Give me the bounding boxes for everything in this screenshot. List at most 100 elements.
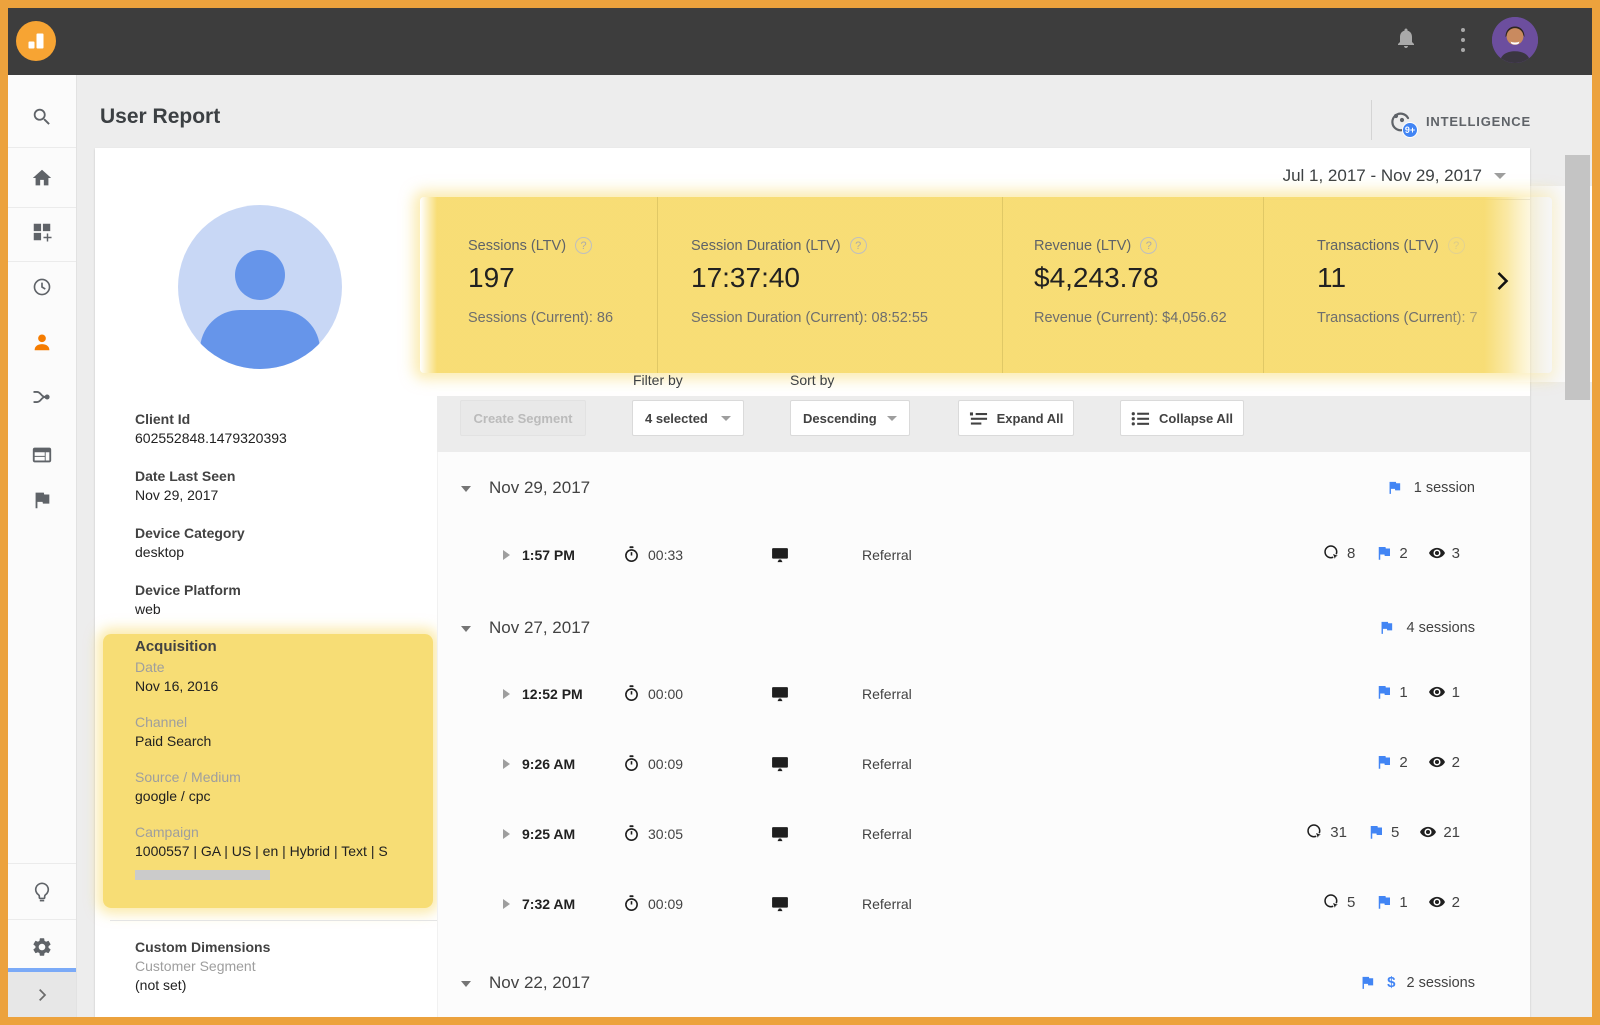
group-date: Nov 27, 2017 [489,618,590,638]
detail-client-id: Client Id 602552848.1479320393 [135,410,435,448]
pageviews-stat: 1 [1428,683,1460,701]
help-icon[interactable]: ? [575,237,592,254]
expand-all-button[interactable]: Expand All [958,400,1074,436]
expand-session-icon[interactable] [503,829,510,839]
hits-stat: 31 [1306,823,1347,841]
custom-dimensions-title: Custom Dimensions [135,938,435,957]
acquisition-section: Acquisition Date Nov 16, 2016 Channel Pa… [135,637,427,861]
goals-stat: 1 [1375,683,1407,701]
desktop-icon [770,894,790,914]
expand-session-icon[interactable] [503,689,510,699]
sidebar-item-realtime[interactable] [8,265,76,309]
sidebar-item-customization[interactable] [8,210,76,254]
sidebar-item-audience-active[interactable] [8,320,76,364]
intelligence-label: INTELLIGENCE [1426,114,1531,129]
help-icon[interactable]: ? [1140,237,1157,254]
goals-count: 1 [1399,894,1407,911]
sidebar-item-behavior[interactable] [8,433,76,477]
vertical-scrollbar-thumb[interactable] [1565,155,1590,400]
collapse-group-icon[interactable] [461,626,471,632]
help-icon[interactable]: ? [850,237,867,254]
metric-label: Transactions (LTV) [1317,238,1439,254]
sidebar-divider [8,863,76,864]
help-icon[interactable]: ? [1448,237,1465,254]
detail-value: 602552848.1479320393 [135,429,435,448]
stopwatch-icon [622,894,641,913]
filter-dropdown[interactable]: 4 selected [632,400,744,436]
date-group-header[interactable]: Nov 22, 2017 $ 2 sessions [437,965,1530,1005]
sidebar-item-admin[interactable] [8,925,76,969]
metrics-highlight-band: Sessions (LTV)? 197 Sessions (Current): … [420,197,1552,373]
expand-session-icon[interactable] [503,550,510,560]
custom-dimension-value: (not set) [135,976,435,995]
goals-count: 5 [1391,824,1399,841]
grid-plus-icon [31,221,53,243]
expand-session-icon[interactable] [503,899,510,909]
goals-stat: 5 [1367,823,1399,841]
acq-field-value: Nov 16, 2016 [135,677,427,696]
session-row[interactable]: 12:52 PM 00:00 Referral 1 1 [437,675,1530,715]
clock-icon [31,276,53,298]
detail-device-platform: Device Platform web [135,581,435,619]
hits-count: 8 [1347,545,1355,562]
metrics-next-page-button[interactable] [1490,268,1514,294]
web-page-icon [31,444,53,466]
stopwatch-icon [622,545,641,564]
acquisition-title: Acquisition [135,637,427,657]
date-group-header[interactable]: Nov 27, 2017 4 sessions [437,610,1530,650]
session-row[interactable]: 7:32 AM 00:09 Referral 5 1 2 [437,885,1530,925]
goals-stat: 2 [1375,544,1407,562]
notifications-bell-icon[interactable] [1394,26,1418,50]
sidebar-item-conversions[interactable] [8,478,76,522]
intelligence-icon: 9+ [1386,107,1414,135]
session-row[interactable]: 1:57 PM 00:33 Referral 8 2 3 [437,536,1530,576]
session-duration: 00:33 [648,547,683,563]
metric-sessions: Sessions (LTV)? 197 Sessions (Current): … [420,197,657,373]
custom-dimensions-section: Custom Dimensions Customer Segment (not … [135,938,435,995]
group-date: Nov 29, 2017 [489,478,590,498]
collapse-group-icon[interactable] [461,486,471,492]
collapse-group-icon[interactable] [461,981,471,987]
sort-dropdown[interactable]: Descending [790,400,910,436]
sidebar-item-home[interactable] [8,156,76,200]
collapse-all-button[interactable]: Collapse All [1120,400,1244,436]
flag-icon [1367,823,1385,841]
kebab-menu-icon[interactable] [1455,26,1471,54]
session-count-badge: 1 session [1414,480,1475,496]
horizontal-scrollbar-thumb[interactable] [135,870,270,880]
left-nav-sidebar [8,75,77,1017]
expand-all-icon [969,409,988,428]
click-icon [1323,893,1341,911]
date-range-selector[interactable]: Jul 1, 2017 - Nov 29, 2017 [1240,158,1530,200]
custom-dimension-label: Customer Segment [135,957,435,976]
header-divider [1371,100,1372,140]
pageviews-count: 3 [1452,545,1460,562]
avatar-head-shape [235,250,285,300]
metric-current: Revenue (Current): $4,056.62 [1034,310,1263,326]
flag-icon [1359,974,1376,991]
date-group-header[interactable]: Nov 29, 2017 1 session [437,470,1530,510]
chevron-right-icon [34,987,50,1003]
pageviews-stat: 2 [1428,753,1460,771]
detail-label: Client Id [135,410,435,429]
acq-field-label: Date [135,658,427,677]
filter-by-label: Filter by [633,372,683,388]
desktop-icon [770,684,790,704]
detail-value: Nov 29, 2017 [135,486,435,505]
session-row[interactable]: 9:26 AM 00:09 Referral 2 2 [437,745,1530,785]
sidebar-collapse-button[interactable] [8,972,76,1017]
sidebar-item-discover[interactable] [8,870,76,914]
eye-icon [1428,544,1446,562]
sidebar-item-acquisition[interactable] [8,375,76,419]
sidebar-divider [8,207,76,208]
expand-session-icon[interactable] [503,759,510,769]
analytics-logo-icon[interactable] [16,21,56,61]
hits-count: 31 [1330,824,1347,841]
session-duration: 00:09 [648,896,683,912]
sidebar-item-search[interactable] [8,95,76,139]
stopwatch-icon [622,754,641,773]
user-avatar[interactable] [1492,17,1538,63]
metric-value: 197 [468,262,657,294]
intelligence-button[interactable]: 9+ INTELLIGENCE [1386,104,1531,138]
session-row[interactable]: 9:25 AM 30:05 Referral 31 5 21 [437,815,1530,855]
